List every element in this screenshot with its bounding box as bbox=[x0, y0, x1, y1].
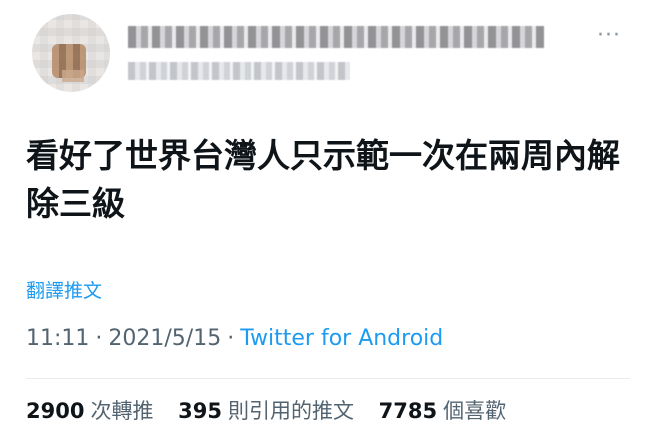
display-name-blurred[interactable] bbox=[128, 26, 544, 48]
meta-separator: · bbox=[95, 326, 103, 351]
tweet-card: ··· 看好了世界台灣人只示範一次在兩周內解除三級 翻譯推文 11:11 · 202… bbox=[0, 0, 656, 434]
retweets-stat[interactable]: 2900 次轉推 bbox=[26, 399, 153, 423]
tweet-meta: 11:11 · 2021/5/15 · Twitter for Android bbox=[26, 326, 443, 351]
quotes-stat[interactable]: 395 則引用的推文 bbox=[178, 399, 354, 423]
retweets-label: 次轉推 bbox=[90, 399, 154, 423]
avatar[interactable] bbox=[32, 14, 110, 92]
user-handle-blurred[interactable] bbox=[128, 62, 350, 80]
tweet-text: 看好了世界台灣人只示範一次在兩周內解除三級 bbox=[26, 136, 620, 223]
retweets-count: 2900 bbox=[26, 399, 85, 423]
divider bbox=[26, 378, 630, 379]
tweet-source-link[interactable]: Twitter for Android bbox=[240, 326, 443, 351]
more-horizontal-icon[interactable]: ··· bbox=[594, 25, 624, 47]
tweet-time[interactable]: 11:11 bbox=[26, 326, 89, 351]
likes-label: 個喜歡 bbox=[443, 399, 507, 423]
quotes-count: 395 bbox=[178, 399, 222, 423]
quotes-label: 則引用的推文 bbox=[227, 399, 354, 423]
tweet-stats: 2900 次轉推 395 則引用的推文 7785 個喜歡 bbox=[26, 395, 524, 425]
meta-separator: · bbox=[227, 326, 235, 351]
translate-tweet-link[interactable]: 翻譯推文 bbox=[26, 276, 102, 303]
avatar-image-blurred-detail bbox=[62, 70, 84, 82]
likes-stat[interactable]: 7785 個喜歡 bbox=[379, 399, 506, 423]
likes-count: 7785 bbox=[378, 399, 438, 423]
tweet-date[interactable]: 2021/5/15 bbox=[108, 326, 221, 351]
